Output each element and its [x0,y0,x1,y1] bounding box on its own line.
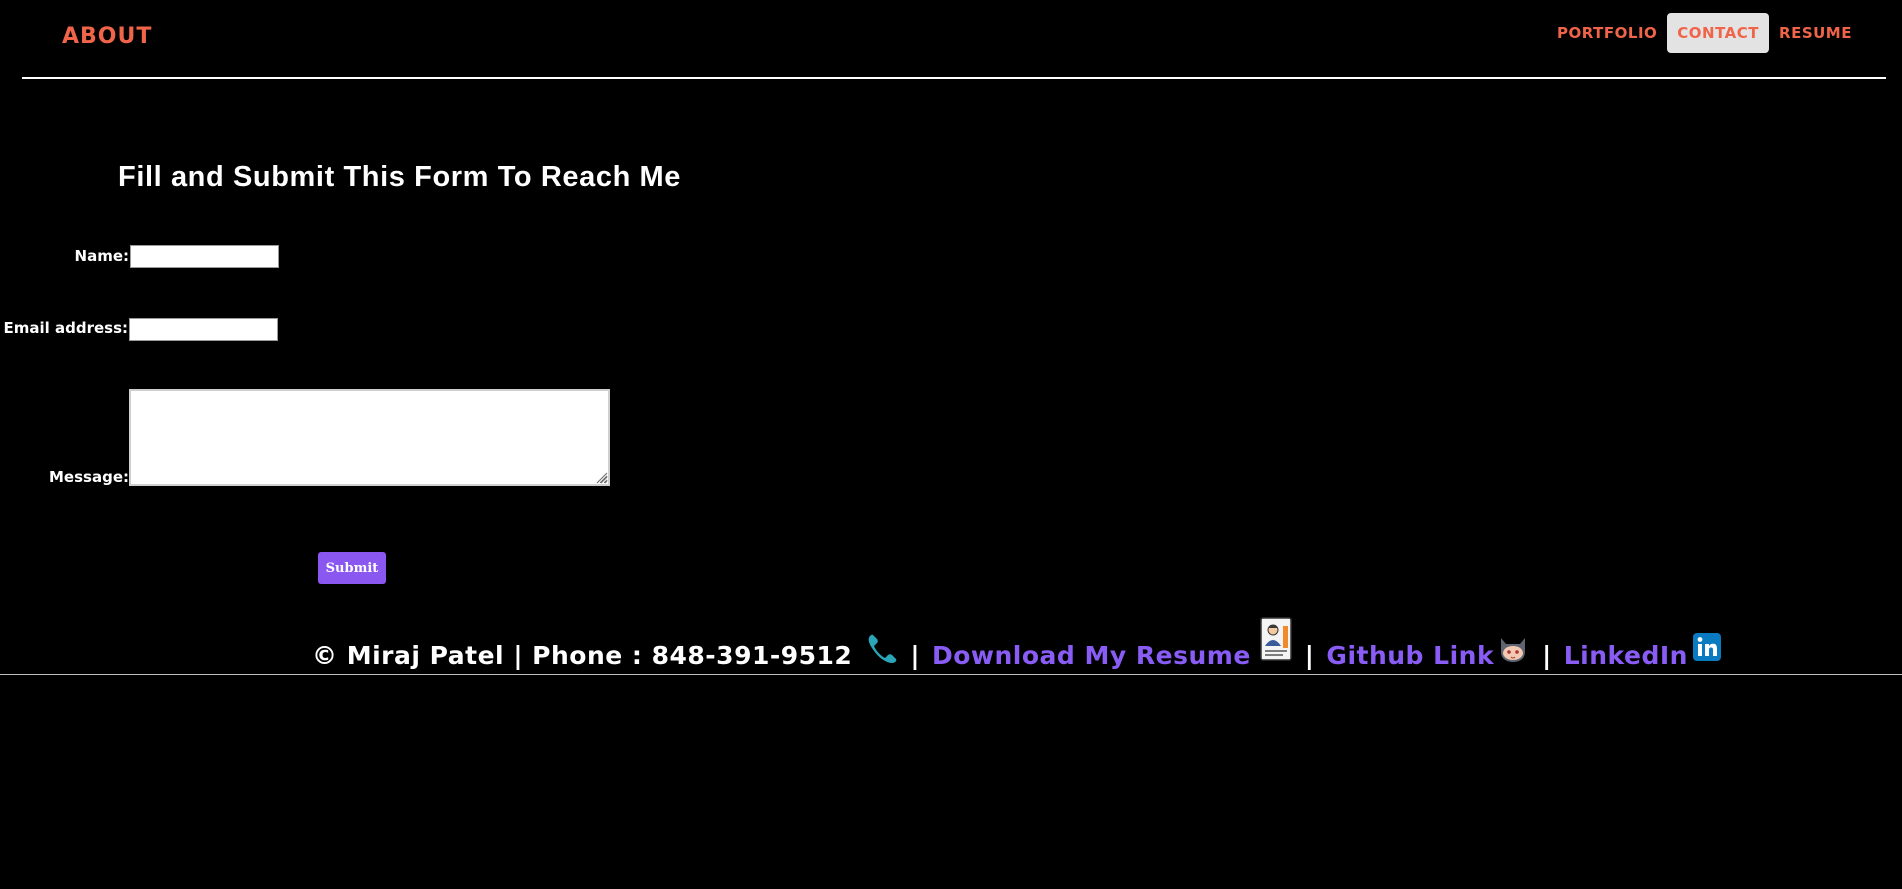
download-resume-link[interactable]: Download My Resume [932,641,1251,672]
footer-separator: | [1304,641,1315,670]
message-textarea[interactable] [129,389,610,486]
linkedin-icon[interactable] [1692,632,1722,668]
linkedin-link[interactable]: LinkedIn [1564,641,1688,672]
nav-portfolio-link[interactable]: PORTFOLIO [1547,13,1667,53]
name-label: Name: [74,247,129,265]
email-input[interactable] [129,318,278,341]
top-nav: PORTFOLIO CONTACT RESUME [1547,11,1862,54]
github-octocat-icon[interactable] [1496,632,1530,670]
github-link[interactable]: Github Link [1326,641,1494,672]
message-label: Message: [49,468,129,486]
resume-document-icon[interactable] [1259,616,1293,668]
footer-separator: | [1542,641,1552,670]
nav-contact-link[interactable]: CONTACT [1667,12,1770,53]
submit-button[interactable]: Submit [318,552,386,584]
nav-resume-link[interactable]: RESUME [1769,13,1862,53]
footer: © Miraj Patel | Phone : 848-391-9512 | D… [312,616,1722,672]
nav-about-link[interactable]: ABOUT [62,24,152,49]
textarea-resize-grip-icon[interactable] [594,470,608,484]
footer-separator: | [910,641,920,670]
email-label: Email address: [3,319,128,337]
footer-divider [0,674,1902,675]
copyright-text: © Miraj Patel | Phone : 848-391-9512 [312,641,853,670]
form-title: Fill and Submit This Form To Reach Me [118,161,682,193]
phone-icon [866,632,898,672]
name-input[interactable] [130,245,279,268]
header-divider [22,77,1886,79]
